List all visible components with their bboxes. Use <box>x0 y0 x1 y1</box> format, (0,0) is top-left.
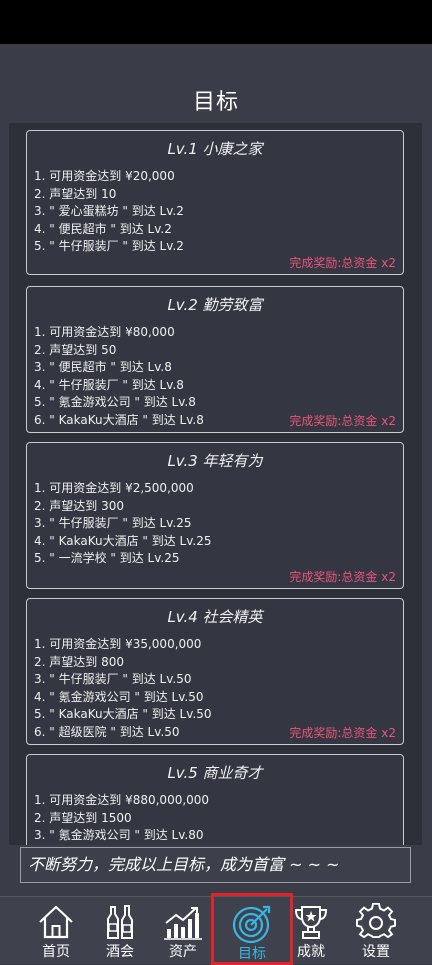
status-bar <box>0 0 432 44</box>
requirement-item: 1. 可用资金达到 ¥35,000,000 <box>34 637 202 651</box>
reward-text: 完成奖励:总资金 x2 <box>289 256 396 270</box>
tab-assets[interactable]: 资产 <box>148 897 218 964</box>
requirement-item: 5. " 一流学校 " 到达 Lv.25 <box>34 551 180 566</box>
reward-text: 完成奖励:总资金 x2 <box>289 570 396 584</box>
requirement-item: 2. 声望达到 50 <box>34 342 117 357</box>
requirement-item: 1. 可用资金达到 ¥880,000,000 <box>34 793 210 807</box>
tab-achievements[interactable]: 成就 <box>276 897 346 964</box>
requirement-item: 4. " 氪金游戏公司 " 到达 Lv.50 <box>34 689 204 704</box>
home-icon <box>39 905 73 939</box>
goal-title: Lv.4 社会精英 <box>167 608 263 626</box>
motivation-banner: 不断努力，完成以上目标，成为首富 ~ ~ ~ <box>20 847 411 883</box>
requirement-item: 4. " 便民超市 " 到达 Lv.2 <box>34 221 172 236</box>
goal-card-lv3: Lv.3 年轻有为 1. 可用资金达到 ¥2,500,000 2. 声望达到 3… <box>26 442 404 589</box>
tab-label: 设置 <box>362 944 390 960</box>
goal-title: Lv.1 小康之家 <box>167 140 263 158</box>
requirement-item: 5. " 氪金游戏公司 " 到达 Lv.8 <box>34 395 196 410</box>
requirement-item: 2. 声望达到 1500 <box>34 810 132 825</box>
goal-card-lv2: Lv.2 勤劳致富 1. 可用资金达到 ¥80,000 2. 声望达到 50 3… <box>26 286 404 433</box>
requirement-item: 1. 可用资金达到 ¥2,500,000 <box>34 481 194 495</box>
requirement-item: 1. 可用资金达到 ¥80,000 <box>34 325 175 339</box>
requirement-list: 1. 可用资金达到 ¥880,000,000 2. 声望达到 1500 3. "… <box>34 792 403 845</box>
requirement-item: 3. " 爱心蛋糕坊 " 到达 Lv.2 <box>34 204 184 219</box>
goal-card-lv5: Lv.5 商业奇才 1. 可用资金达到 ¥880,000,000 2. 声望达到… <box>26 754 404 845</box>
requirement-item: 3. " 牛仔服装厂 " 到达 Lv.50 <box>34 672 192 687</box>
requirement-item: 4. " KakaKu大酒店 " 到达 Lv.25 <box>34 533 212 548</box>
tab-label: 资产 <box>169 944 197 960</box>
goal-title: Lv.2 勤劳致富 <box>167 296 263 314</box>
goal-title: Lv.5 商业奇才 <box>167 764 263 782</box>
requirement-item: 2. 声望达到 300 <box>34 498 124 513</box>
tab-home[interactable]: 首页 <box>21 897 91 964</box>
requirement-item: 3. " 便民超市 " 到达 Lv.8 <box>34 360 172 375</box>
gear-icon <box>356 903 396 939</box>
tab-settings[interactable]: 设置 <box>341 897 411 964</box>
requirement-item: 1. 可用资金达到 ¥20,000 <box>34 169 175 183</box>
goal-card-lv4: Lv.4 社会精英 1. 可用资金达到 ¥35,000,000 2. 声望达到 … <box>26 598 404 745</box>
bottom-tab-bar: 首页 酒会 资产 目标 成就 设置 <box>0 893 432 965</box>
requirement-item: 5. " KakaKu大酒店 " 到达 Lv.50 <box>34 707 212 722</box>
requirement-item: 3. " 氪金游戏公司 " 到达 Lv.80 <box>34 828 204 843</box>
tab-label: 成就 <box>297 944 325 960</box>
tab-party[interactable]: 酒会 <box>85 897 155 964</box>
trophy-icon <box>294 906 328 939</box>
requirement-item: 3. " 牛仔服装厂 " 到达 Lv.25 <box>34 516 192 531</box>
tab-label: 首页 <box>42 944 70 960</box>
requirement-item: 4. " 牛仔服装厂 " 到达 Lv.8 <box>34 377 184 392</box>
goal-title: Lv.3 年轻有为 <box>167 452 263 470</box>
reward-text: 完成奖励:总资金 x2 <box>289 414 396 428</box>
reward-text: 完成奖励:总资金 x2 <box>289 726 396 740</box>
page-title: 目标 <box>192 90 239 115</box>
requirement-list: 1. 可用资金达到 ¥20,000 2. 声望达到 10 3. " 爱心蛋糕坊 … <box>34 168 403 256</box>
goals-scroll-panel[interactable]: Lv.1 小康之家 1. 可用资金达到 ¥20,000 2. 声望达到 10 3… <box>9 123 422 845</box>
tab-label: 酒会 <box>106 944 134 960</box>
requirement-item: 2. 声望达到 10 <box>34 186 117 201</box>
requirement-item: 2. 声望达到 800 <box>34 654 124 669</box>
goal-card-lv1: Lv.1 小康之家 1. 可用资金达到 ¥20,000 2. 声望达到 10 3… <box>26 130 404 275</box>
bar-chart-icon <box>164 907 202 940</box>
requirement-list: 1. 可用资金达到 ¥2,500,000 2. 声望达到 300 3. " 牛仔… <box>34 480 403 568</box>
target-icon <box>232 905 271 944</box>
wine-bottles-icon <box>107 905 133 939</box>
